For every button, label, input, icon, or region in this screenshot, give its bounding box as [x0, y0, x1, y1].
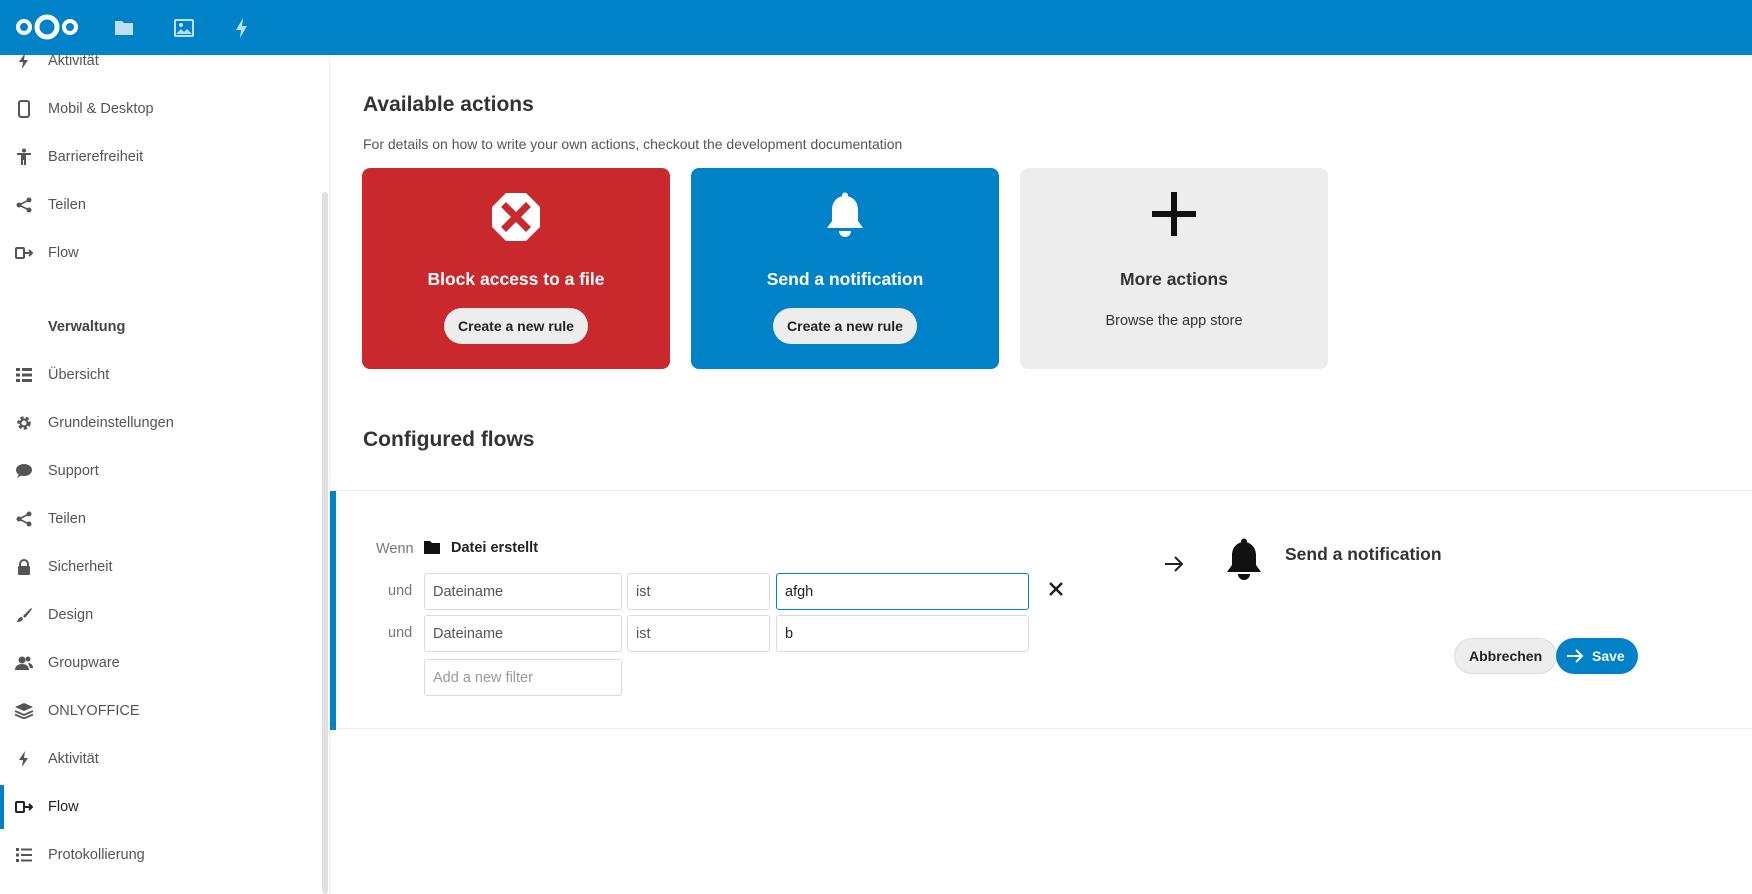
overview-icon [15, 366, 33, 384]
sidebar-item-label: Design [48, 607, 94, 623]
sidebar-item-label: Barrierefreiheit [48, 149, 144, 165]
card-title: Block access to a file [427, 269, 605, 289]
activity-icon[interactable] [230, 16, 254, 40]
when-label: Wenn [376, 541, 414, 557]
rule-indicator [330, 491, 336, 730]
filter-operator-select[interactable]: ist [627, 573, 770, 610]
sidebar-item-label: Übersicht [48, 367, 110, 383]
add-filter-select[interactable]: Add a new filter [424, 659, 622, 696]
filter-field-select[interactable]: Dateiname [424, 615, 622, 652]
sidebar-item-flow-personal[interactable]: Flow [0, 231, 322, 275]
filter-value-input[interactable]: afgh [776, 573, 1029, 610]
create-rule-button[interactable]: Create a new rule [773, 308, 917, 344]
nextcloud-logo[interactable] [14, 10, 80, 44]
sidebar-scrollbar[interactable] [322, 192, 328, 894]
sidebar-item-uebersicht[interactable]: Übersicht [0, 353, 322, 397]
sidebar-item-design[interactable]: Design [0, 593, 322, 637]
settings-sidebar: Aktivität Mobil & Desktop Barrierefreihe… [0, 55, 330, 894]
layers-icon [15, 702, 33, 720]
and-label: und [388, 583, 413, 599]
bell-icon [827, 192, 863, 237]
share-icon [15, 196, 33, 214]
sidebar-item-label: Mobil & Desktop [48, 101, 154, 117]
action-card-more-actions[interactable]: More actions Browse the app store [1020, 168, 1328, 369]
cancel-button[interactable]: Abbrechen [1454, 638, 1558, 674]
sidebar-item-groupware[interactable]: Groupware [0, 641, 322, 685]
sidebar-item-teilen-personal[interactable]: Teilen [0, 183, 322, 227]
action-card-send-notification: Send a notification Create a new rule [691, 168, 999, 369]
sidebar-heading-verwaltung: Verwaltung [48, 319, 126, 335]
sidebar-item-label: Sicherheit [48, 559, 113, 575]
arrow-right-icon [1165, 556, 1184, 572]
sidebar-item-mobil-desktop[interactable]: Mobil & Desktop [0, 87, 322, 131]
remove-filter-icon[interactable] [1045, 578, 1067, 600]
card-title: More actions [1120, 269, 1228, 289]
sidebar-item-onlyoffice[interactable]: ONLYOFFICE [0, 689, 322, 733]
card-title: Send a notification [766, 269, 924, 289]
and-label: und [388, 625, 413, 641]
top-header [0, 0, 1752, 55]
sidebar-item-grundeinstellungen[interactable]: Grundeinstellungen [0, 401, 322, 445]
event-name[interactable]: Datei erstellt [451, 540, 538, 556]
available-actions-description[interactable]: For details on how to write your own act… [363, 136, 902, 152]
sidebar-item-teilen-admin[interactable]: Teilen [0, 497, 322, 541]
flow-icon [15, 798, 33, 816]
phone-icon [15, 100, 33, 118]
sidebar-item-aktivitaet-personal[interactable]: Aktivität [0, 55, 322, 83]
flash-icon [15, 750, 33, 768]
sidebar-item-label: Teilen [48, 511, 86, 527]
log-icon [15, 846, 33, 864]
sidebar-item-label: Aktivität [48, 55, 99, 69]
plus-icon [1152, 192, 1196, 236]
gear-icon [15, 414, 33, 432]
filter-value-input[interactable]: b [776, 615, 1029, 652]
flow-rule: Wenn Datei erstellt und Dateiname ist af… [330, 490, 1752, 730]
sidebar-item-flow-admin[interactable]: Flow [0, 785, 322, 829]
folder-icon [424, 541, 440, 554]
create-rule-button[interactable]: Create a new rule [444, 308, 588, 344]
filter-operator-select[interactable]: ist [627, 615, 770, 652]
accessibility-icon [15, 148, 33, 166]
sidebar-item-label: Grundeinstellungen [48, 415, 174, 431]
card-subtitle: Browse the app store [1105, 313, 1243, 329]
sidebar-item-sicherheit[interactable]: Sicherheit [0, 545, 322, 589]
available-actions-title: Available actions [363, 93, 534, 116]
sidebar-item-label: Flow [48, 799, 79, 815]
support-icon [15, 462, 33, 480]
sidebar-item-label: Groupware [48, 655, 120, 671]
flow-icon [15, 244, 33, 262]
sidebar-item-label: Protokollierung [48, 847, 145, 863]
groupware-icon [15, 654, 33, 672]
sidebar-item-barrierefreiheit[interactable]: Barrierefreiheit [0, 135, 322, 179]
sidebar-item-support[interactable]: Support [0, 449, 322, 493]
lock-icon [15, 558, 33, 576]
main-content: Available actions For details on how to … [330, 55, 1752, 894]
flash-icon [15, 55, 33, 70]
filter-field-select[interactable]: Dateiname [424, 573, 622, 610]
brush-icon [15, 606, 33, 624]
sidebar-item-aktivitaet-admin[interactable]: Aktivität [0, 737, 322, 781]
sidebar-item-protokollierung[interactable]: Protokollierung [0, 833, 322, 877]
configured-flows-title: Configured flows [363, 428, 535, 451]
block-icon [492, 193, 540, 241]
sidebar-item-label: Flow [48, 245, 79, 261]
bell-icon [1227, 538, 1261, 580]
photos-icon[interactable] [172, 16, 196, 40]
save-label: Save [1592, 648, 1625, 664]
share-icon [15, 510, 33, 528]
sidebar-item-label: ONLYOFFICE [48, 703, 140, 719]
files-icon[interactable] [112, 16, 136, 40]
action-card-block-access: Block access to a file Create a new rule [362, 168, 670, 369]
arrow-right-icon [1567, 649, 1584, 663]
action-title: Send a notification [1285, 544, 1442, 564]
save-button[interactable]: Save [1556, 638, 1638, 674]
sidebar-item-label: Teilen [48, 197, 86, 213]
active-indicator [0, 785, 4, 829]
sidebar-item-label: Support [48, 463, 99, 479]
sidebar-item-label: Aktivität [48, 751, 99, 767]
